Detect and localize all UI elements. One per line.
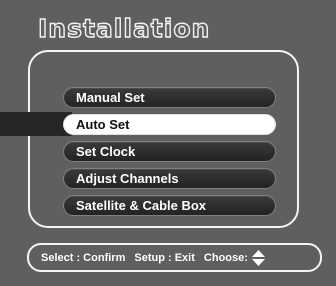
menu-item-manual-set[interactable]: Manual Set [63, 87, 276, 108]
setup-hint: Setup : Exit [134, 251, 195, 264]
menu-item-satellite-cable-box[interactable]: Satellite & Cable Box [63, 195, 276, 216]
choose-hint: Choose: [203, 251, 248, 264]
menu-item-auto-set[interactable]: Auto Set [63, 114, 276, 135]
screen-title: Installation [37, 13, 211, 43]
menu-item-set-clock[interactable]: Set Clock [63, 141, 276, 162]
selection-indicator [0, 112, 72, 136]
up-down-arrows-icon [251, 249, 265, 266]
status-bar: Select : Confirm Setup : Exit Choose: [27, 243, 322, 272]
select-hint: Select : Confirm [41, 251, 126, 264]
menu-item-adjust-channels[interactable]: Adjust Channels [63, 168, 276, 189]
